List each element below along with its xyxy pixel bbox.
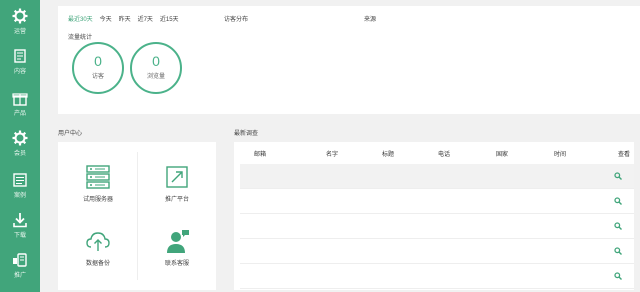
trial-server-label: 试用服务器 bbox=[82, 197, 113, 203]
document-edit-icon bbox=[14, 49, 26, 63]
sidebar-item-label: 案例 bbox=[13, 193, 26, 199]
pageviews-ring: 0 浏览量 bbox=[130, 42, 182, 94]
column-header-title: 标题 bbox=[382, 152, 395, 158]
share-arrow-icon bbox=[166, 166, 188, 188]
search-icon[interactable] bbox=[614, 222, 622, 230]
trial-server-tile[interactable]: 试用服务器 bbox=[63, 164, 133, 224]
promotion-icon bbox=[13, 253, 27, 267]
user-center-card: 试用服务器 推广平台 数据备份 联系客服 bbox=[58, 142, 216, 290]
sidebar-item-downloads[interactable]: 下载 bbox=[0, 208, 40, 248]
case-list-icon bbox=[13, 173, 27, 187]
gear-icon bbox=[12, 130, 28, 146]
sidebar-item-products[interactable]: 产品 bbox=[0, 86, 40, 126]
range-tab-today[interactable]: 今天 bbox=[100, 17, 112, 23]
range-tab-last-30-days[interactable]: 最近30天 bbox=[68, 17, 93, 23]
sidebar-item-label: 产品 bbox=[13, 111, 26, 117]
promotion-platform-tile[interactable]: 推广平台 bbox=[142, 164, 212, 224]
traffic-source-title: 来源 bbox=[364, 17, 377, 23]
range-tab-last-15-days[interactable]: 近15天 bbox=[160, 17, 179, 23]
search-icon[interactable] bbox=[614, 197, 622, 205]
table-row bbox=[240, 264, 634, 289]
visitors-label: 访客 bbox=[91, 74, 104, 80]
date-range-tabs: 最近30天 今天 昨天 近7天 近15天 bbox=[68, 14, 184, 23]
sidebar-item-promotion[interactable]: 推广 bbox=[0, 248, 40, 288]
recent-survey-title: 最新调查 bbox=[234, 131, 259, 137]
table-row bbox=[240, 214, 634, 239]
visitor-distribution-title: 访客分布 bbox=[224, 17, 249, 23]
table-row bbox=[240, 189, 634, 214]
table-row bbox=[240, 239, 634, 264]
server-icon bbox=[86, 165, 110, 189]
download-icon bbox=[13, 213, 27, 228]
search-icon[interactable] bbox=[614, 272, 622, 280]
traffic-stats-title: 流量统计 bbox=[68, 35, 93, 41]
data-backup-label: 数据备份 bbox=[85, 261, 110, 267]
gear-icon bbox=[12, 8, 28, 24]
sidebar-item-label: 内容 bbox=[13, 69, 26, 75]
search-icon[interactable] bbox=[614, 247, 622, 255]
contact-support-label: 联系客服 bbox=[164, 261, 189, 267]
promotion-platform-label: 推广平台 bbox=[164, 197, 189, 203]
data-backup-tile[interactable]: 数据备份 bbox=[63, 228, 133, 288]
range-tab-yesterday[interactable]: 昨天 bbox=[119, 17, 131, 23]
sidebar-item-content[interactable]: 内容 bbox=[0, 44, 40, 84]
sidebar-item-label: 下载 bbox=[13, 233, 26, 239]
table-header: 邮箱 名字 标题 电话 国家 时间 查看 bbox=[240, 146, 634, 162]
sidebar-item-label: 推广 bbox=[13, 273, 26, 279]
column-header-country: 国家 bbox=[496, 152, 509, 158]
cloud-upload-icon bbox=[86, 232, 110, 251]
pageviews-count: 0 bbox=[152, 53, 160, 69]
range-tab-last-7-days[interactable]: 近7天 bbox=[138, 17, 153, 23]
gift-box-icon bbox=[12, 93, 28, 106]
sidebar-item-cases[interactable]: 案例 bbox=[0, 168, 40, 208]
traffic-stats-card: 最近30天 今天 昨天 近7天 近15天 流量统计 访客分布 来源 0 访客 0… bbox=[58, 6, 640, 114]
sidebar-item-operations[interactable]: 运营 bbox=[0, 4, 40, 44]
column-header-view: 查看 bbox=[618, 152, 631, 158]
visitors-ring: 0 访客 bbox=[72, 42, 124, 94]
visitors-count: 0 bbox=[94, 53, 102, 69]
column-header-name: 名字 bbox=[326, 152, 339, 158]
customer-service-icon bbox=[167, 230, 189, 253]
column-header-email: 邮箱 bbox=[254, 152, 267, 158]
table-row bbox=[240, 164, 634, 189]
sidebar-item-label: 运营 bbox=[13, 29, 26, 35]
sidebar-item-label: 会员 bbox=[13, 151, 26, 157]
recent-survey-table: 邮箱 名字 标题 电话 国家 时间 查看 bbox=[234, 142, 634, 290]
contact-support-tile[interactable]: 联系客服 bbox=[142, 228, 212, 288]
divider bbox=[137, 152, 138, 280]
column-header-phone: 电话 bbox=[438, 152, 451, 158]
sidebar: 运营 内容 产品 会员 案例 下载 推广 bbox=[0, 0, 40, 292]
sidebar-item-members[interactable]: 会员 bbox=[0, 126, 40, 166]
search-icon[interactable] bbox=[614, 172, 622, 180]
column-header-time: 时间 bbox=[554, 152, 567, 158]
pageviews-label: 浏览量 bbox=[146, 74, 165, 80]
user-center-title: 用户中心 bbox=[58, 131, 83, 137]
